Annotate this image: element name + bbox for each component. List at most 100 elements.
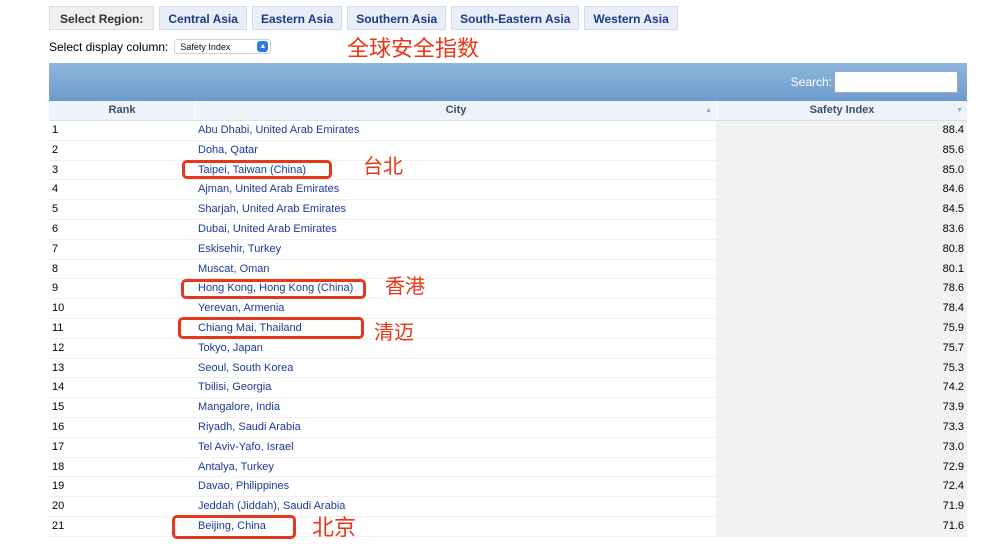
rank-cell: 2 [52, 143, 59, 156]
rank-cell: 19 [52, 480, 65, 493]
city-link[interactable]: Davao, Philippines [195, 477, 716, 496]
table-row: 2 Doha, Qatar 85.6 [49, 140, 967, 161]
rank-cell: 3 [52, 163, 59, 176]
table-row: 17 Tel Aviv-Yafo, Israel 73.0 [49, 437, 967, 458]
table-row: 18 Antalya, Turkey 72.9 [49, 457, 967, 478]
annotation-title: 全球安全指数 [347, 37, 480, 62]
column-select[interactable]: Safety Index ▲ [174, 39, 272, 54]
rank-cell: 15 [52, 401, 65, 414]
city-link[interactable]: Jeddah (Jiddah), Saudi Arabia [195, 497, 716, 516]
table-row: 7 Eskisehir, Turkey 80.8 [49, 239, 967, 260]
region-button-south-eastern-asia[interactable]: South-Eastern Asia [451, 6, 580, 30]
city-link[interactable]: Eskisehir, Turkey [195, 240, 716, 259]
region-label: Select Region: [49, 6, 155, 30]
safety-index-cell: 84.5 [716, 200, 967, 219]
highlight-box-taipei [182, 160, 332, 179]
rank-cell: 7 [52, 242, 59, 255]
region-button-central-asia[interactable]: Central Asia [159, 6, 247, 30]
highlight-box-beijing [172, 515, 296, 539]
table-row: 14 Tbilisi, Georgia 74.2 [49, 378, 967, 399]
safety-index-cell: 80.8 [716, 239, 967, 259]
city-link[interactable]: Abu Dhabi, United Arab Emirates [195, 121, 716, 140]
safety-index-cell: 71.9 [716, 497, 967, 516]
city-link[interactable]: Seoul, South Korea [195, 359, 716, 378]
rank-cell: 13 [52, 361, 65, 374]
table-row: 8 Muscat, Oman 80.1 [49, 259, 967, 280]
safety-index-cell: 78.6 [716, 279, 967, 299]
city-link[interactable]: Tokyo, Japan [195, 339, 716, 358]
city-link[interactable]: Dubai, United Arab Emirates [195, 220, 716, 239]
annotation-chiang-mai: 清迈 [374, 320, 414, 344]
safety-index-cell: 74.2 [716, 378, 967, 398]
table-row: 6 Dubai, United Arab Emirates 83.6 [49, 219, 967, 240]
city-link[interactable]: Yerevan, Armenia [195, 299, 716, 318]
header-city[interactable]: City ▲ [195, 101, 716, 120]
search-input[interactable] [834, 71, 958, 93]
search-label: Search: [790, 75, 832, 89]
rank-cell: 9 [52, 282, 59, 295]
annotation-taipei: 台北 [363, 154, 403, 178]
table-row: 20 Jeddah (Jiddah), Saudi Arabia 71.9 [49, 497, 967, 517]
header-rank[interactable]: Rank [49, 101, 195, 120]
rank-cell: 20 [52, 500, 65, 513]
city-link[interactable]: Mangalore, India [195, 398, 716, 417]
highlight-box-hong-kong [181, 279, 366, 299]
rank-cell: 6 [52, 222, 59, 235]
safety-index-cell: 75.7 [716, 338, 967, 358]
city-link[interactable]: Ajman, United Arab Emirates [195, 180, 716, 199]
safety-index-cell: 78.4 [716, 299, 967, 318]
city-link[interactable]: Muscat, Oman [195, 260, 716, 279]
rank-cell: 16 [52, 420, 65, 433]
city-link[interactable]: Doha, Qatar [195, 141, 716, 160]
rank-cell: 10 [52, 302, 65, 315]
safety-index-cell: 72.9 [716, 457, 967, 477]
table-row: 12 Tokyo, Japan 75.7 [49, 338, 967, 359]
table-row: 5 Sharjah, United Arab Emirates 84.5 [49, 200, 967, 220]
safety-index-cell: 84.6 [716, 180, 967, 200]
header-safety-index[interactable]: Safety Index ▼ [716, 101, 967, 120]
safety-index-cell: 83.6 [716, 219, 967, 239]
table-row: 15 Mangalore, India 73.9 [49, 398, 967, 418]
rank-cell: 5 [52, 203, 59, 216]
region-button-western-asia[interactable]: Western Asia [584, 6, 678, 30]
column-select-row: Select display column: Safety Index ▲ [49, 39, 272, 54]
rank-cell: 11 [52, 321, 64, 334]
region-button-eastern-asia[interactable]: Eastern Asia [251, 6, 343, 30]
rank-cell: 17 [52, 440, 65, 453]
safety-index-cell: 71.6 [716, 516, 967, 536]
city-link[interactable]: Tel Aviv-Yafo, Israel [195, 438, 716, 457]
column-select-value: Safety Index [180, 42, 231, 52]
table-row: 10 Yerevan, Armenia 78.4 [49, 299, 967, 319]
safety-index-cell: 88.4 [716, 121, 967, 140]
table-row: 16 Riyadh, Saudi Arabia 73.3 [49, 417, 967, 438]
column-select-label: Select display column: [49, 39, 169, 54]
safety-index-cell: 85.0 [716, 160, 967, 180]
highlight-box-chiang-mai [178, 317, 364, 339]
city-link[interactable]: Sharjah, United Arab Emirates [195, 200, 716, 219]
safety-index-cell: 73.3 [716, 417, 967, 437]
city-link[interactable]: Tbilisi, Georgia [195, 378, 716, 397]
rank-cell: 1 [52, 124, 59, 136]
table-toolbar: Search: [49, 63, 967, 101]
safety-index-cell: 72.4 [716, 477, 967, 497]
sort-down-icon: ▼ [956, 107, 963, 114]
rank-cell: 8 [52, 262, 59, 275]
rank-cell: 12 [52, 341, 65, 354]
safety-index-cell: 75.9 [716, 318, 967, 338]
region-bar: Select Region: Central Asia Eastern Asia… [49, 6, 678, 30]
safety-index-cell: 73.9 [716, 398, 967, 417]
table-row: 4 Ajman, United Arab Emirates 84.6 [49, 180, 967, 201]
ranking-table: Search: Rank City ▲ Safety Index ▼ 1 Abu Dh… [49, 63, 967, 537]
rank-cell: 14 [52, 381, 65, 394]
region-button-southern-asia[interactable]: Southern Asia [347, 6, 447, 30]
rank-cell: 18 [52, 460, 65, 473]
table-header: Rank City ▲ Safety Index ▼ [49, 101, 967, 121]
safety-index-cell: 75.3 [716, 358, 967, 378]
city-link[interactable]: Antalya, Turkey [195, 458, 716, 477]
safety-index-cell: 73.0 [716, 437, 967, 457]
city-link[interactable]: Riyadh, Saudi Arabia [195, 418, 716, 437]
table-row: 19 Davao, Philippines 72.4 [49, 477, 967, 498]
annotation-hong-kong: 香港 [385, 274, 425, 298]
table-row: 1 Abu Dhabi, United Arab Emirates 88.4 [49, 121, 967, 141]
safety-index-cell: 85.6 [716, 140, 967, 160]
